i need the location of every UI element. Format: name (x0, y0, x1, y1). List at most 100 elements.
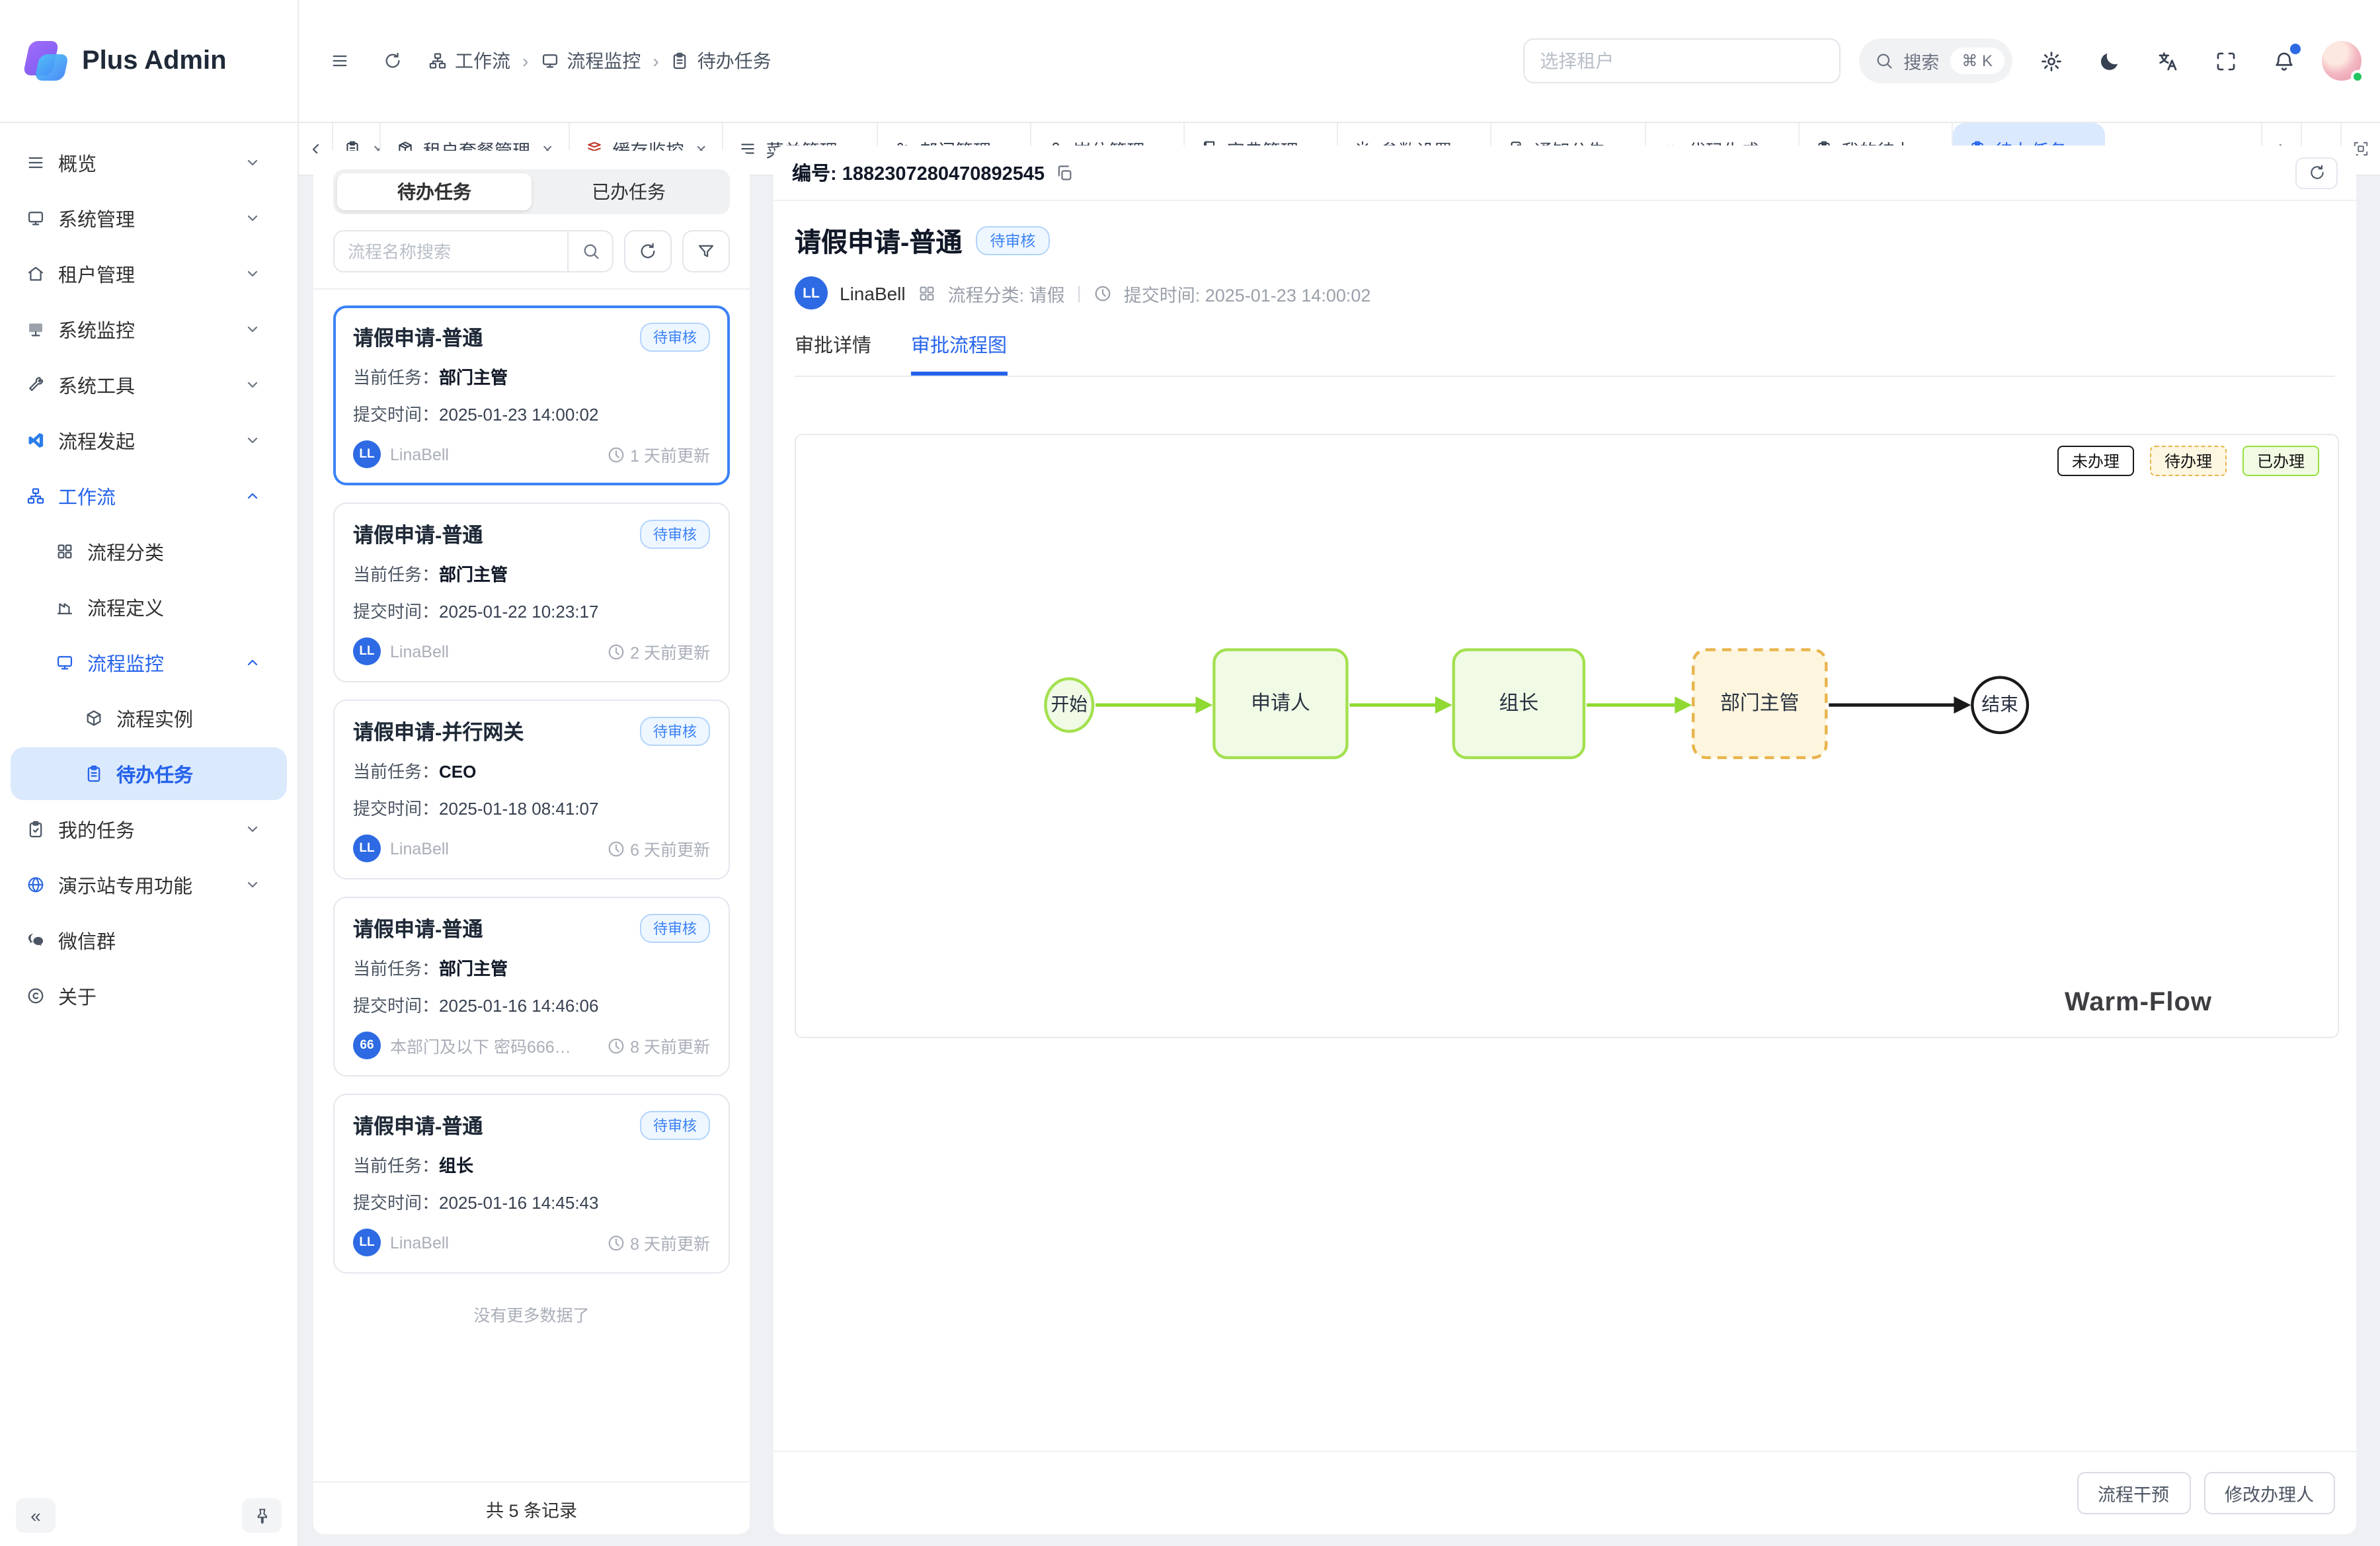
sidebar-item-label: 流程实例 (116, 704, 193, 732)
sidebar-item-系统监控[interactable]: 系统监控 (11, 303, 287, 356)
sidebar-item-label: 流程监控 (87, 649, 164, 676)
card-updated: 8 天前更新 (606, 1033, 710, 1058)
tools-icon (26, 376, 45, 394)
globe-icon (26, 875, 45, 894)
clipboard-icon (671, 52, 690, 70)
sidebar-item-label: 演示站专用功能 (58, 871, 192, 899)
card-updated: 6 天前更新 (606, 836, 710, 861)
dark-mode-button[interactable] (2089, 41, 2129, 81)
top-header: Plus Admin 工作流›流程监控›待办任务 搜索 ⌘ K (0, 0, 2380, 123)
language-button[interactable] (2147, 41, 2187, 81)
sidebar-item-租户管理[interactable]: 租户管理 (11, 247, 287, 300)
breadcrumb-item[interactable]: 待办任务 (671, 48, 772, 74)
card-title: 请假申请-并行网关 (353, 717, 524, 746)
online-status-dot (2351, 70, 2364, 83)
sidebar-item-演示站专用功能[interactable]: 演示站专用功能 (11, 858, 287, 911)
sidebar-item-label: 系统监控 (58, 315, 135, 343)
breadcrumb-item[interactable]: 流程监控 (540, 48, 641, 74)
sidebar-item-关于[interactable]: 关于 (11, 969, 287, 1022)
footer-button-流程干预[interactable]: 流程干预 (2077, 1472, 2190, 1514)
task-search-button[interactable] (567, 231, 612, 271)
breadcrumb-item[interactable]: 工作流 (428, 48, 510, 74)
submit-time: 提交时间: 2025-01-23 14:00:02 (1124, 280, 1371, 306)
translate-icon (2156, 50, 2178, 72)
initiator-name: LinaBell (840, 282, 906, 304)
logo[interactable]: Plus Admin (0, 0, 299, 122)
sidebar-footer: « (0, 1485, 298, 1546)
mytask-icon (26, 820, 45, 838)
flow-node-label: 结束 (1981, 694, 2018, 715)
chevron-down-icon (245, 377, 260, 393)
breadcrumb-separator: › (653, 50, 658, 71)
pin-sidebar-button[interactable] (242, 1498, 282, 1533)
sidebar-item-流程分类[interactable]: 流程分类 (11, 525, 287, 578)
task-card[interactable]: 请假申请-普通待审核当前任务：部门主管提交时间：2025-01-23 14:00… (333, 305, 730, 485)
chevron-down-icon (245, 432, 260, 448)
card-status-badge: 待审核 (640, 717, 710, 746)
detail-refresh-button[interactable] (2295, 157, 2338, 188)
notifications-button[interactable] (2264, 41, 2303, 81)
chevron-down-icon (245, 155, 260, 171)
task-search-input[interactable] (335, 231, 567, 271)
sidebar-item-流程实例[interactable]: 流程实例 (11, 692, 287, 745)
fullscreen-button[interactable] (2205, 41, 2245, 81)
task-tab-待办任务[interactable]: 待办任务 (337, 173, 532, 210)
copy-icon[interactable] (1055, 163, 1074, 182)
sidebar-item-label: 系统管理 (58, 204, 135, 232)
sidebar-item-概览[interactable]: 概览 (11, 136, 287, 189)
task-card[interactable]: 请假申请-并行网关待审核当前任务：CEO提交时间：2025-01-18 08:4… (333, 700, 730, 879)
chevron-down-icon (245, 321, 260, 337)
clock-icon (606, 1036, 625, 1055)
flow-arrowhead (1435, 696, 1452, 713)
card-updated: 1 天前更新 (606, 442, 710, 467)
sidebar-item-流程定义[interactable]: 流程定义 (11, 581, 287, 633)
notification-dot (2290, 44, 2301, 54)
tenant-select-input[interactable] (1523, 38, 1840, 83)
sidebar-collapse-button[interactable] (323, 44, 357, 78)
sidebar-item-工作流[interactable]: 工作流 (11, 469, 287, 522)
detail-tab-审批详情[interactable]: 审批详情 (795, 331, 871, 376)
sidebar-item-系统工具[interactable]: 系统工具 (11, 358, 287, 411)
detail-tab-审批流程图[interactable]: 审批流程图 (911, 331, 1007, 376)
no-more-data-text: 没有更多数据了 (313, 1291, 750, 1326)
collapse-sidebar-button[interactable]: « (16, 1498, 56, 1533)
card-status-badge: 待审核 (640, 1111, 710, 1140)
sidebar-item-流程发起[interactable]: 流程发起 (11, 414, 287, 467)
footer-button-修改办理人[interactable]: 修改办理人 (2203, 1472, 2335, 1514)
task-type-segmented-control: 待办任务已办任务 (333, 169, 730, 214)
card-footer: LLLinaBell8 天前更新 (353, 1229, 710, 1256)
breadcrumb-label: 工作流 (455, 48, 510, 74)
page-refresh-button[interactable] (376, 44, 410, 78)
monitor-icon (26, 209, 45, 227)
sidebar-item-我的任务[interactable]: 我的任务 (11, 803, 287, 856)
global-search-button[interactable]: 搜索 ⌘ K (1858, 38, 2012, 83)
task-refresh-button[interactable] (624, 230, 672, 272)
process-category: 流程分类: 请假 (948, 280, 1065, 306)
task-card[interactable]: 请假申请-普通待审核当前任务：组长提交时间：2025-01-16 14:45:4… (333, 1094, 730, 1274)
chevron-up-icon (245, 655, 260, 671)
sidebar-item-label: 流程定义 (87, 593, 164, 621)
sidebar-item-流程监控[interactable]: 流程监控 (11, 636, 287, 689)
monitor-icon (56, 653, 74, 672)
body: 概览系统管理租户管理系统监控系统工具流程发起工作流流程分类流程定义流程监控流程实… (0, 123, 2380, 1546)
task-tab-已办任务[interactable]: 已办任务 (532, 173, 726, 210)
sidebar-item-系统管理[interactable]: 系统管理 (11, 192, 287, 245)
card-owner-name: LinaBell (390, 642, 449, 661)
search-shortcut-badge: ⌘ K (1950, 48, 2004, 74)
card-footer: LLLinaBell1 天前更新 (353, 440, 710, 468)
flow-diagram-container: 未办理待办理已办理 开始申请人组长部门主管结束 Warm-Flow (795, 434, 2339, 1038)
sidebar: 概览系统管理租户管理系统监控系统工具流程发起工作流流程分类流程定义流程监控流程实… (0, 123, 299, 1546)
sidebar-item-待办任务[interactable]: 待办任务 (11, 747, 287, 800)
filter-icon (697, 242, 715, 261)
task-card[interactable]: 请假申请-普通待审核当前任务：部门主管提交时间：2025-01-22 10:23… (333, 503, 730, 682)
flow-diagram[interactable]: 开始申请人组长部门主管结束 (796, 435, 2338, 1037)
logo-icon (24, 38, 69, 83)
task-filter-button[interactable] (682, 230, 730, 272)
task-card[interactable]: 请假申请-普通待审核当前任务：部门主管提交时间：2025-01-16 14:46… (333, 897, 730, 1077)
card-updated: 2 天前更新 (606, 639, 710, 664)
detail-footer: 流程干预修改办理人 (774, 1451, 2356, 1534)
clock-icon (606, 1233, 625, 1252)
sidebar-item-微信群[interactable]: 微信群 (11, 914, 287, 967)
settings-button[interactable] (2031, 41, 2071, 81)
user-avatar[interactable] (2322, 41, 2361, 81)
